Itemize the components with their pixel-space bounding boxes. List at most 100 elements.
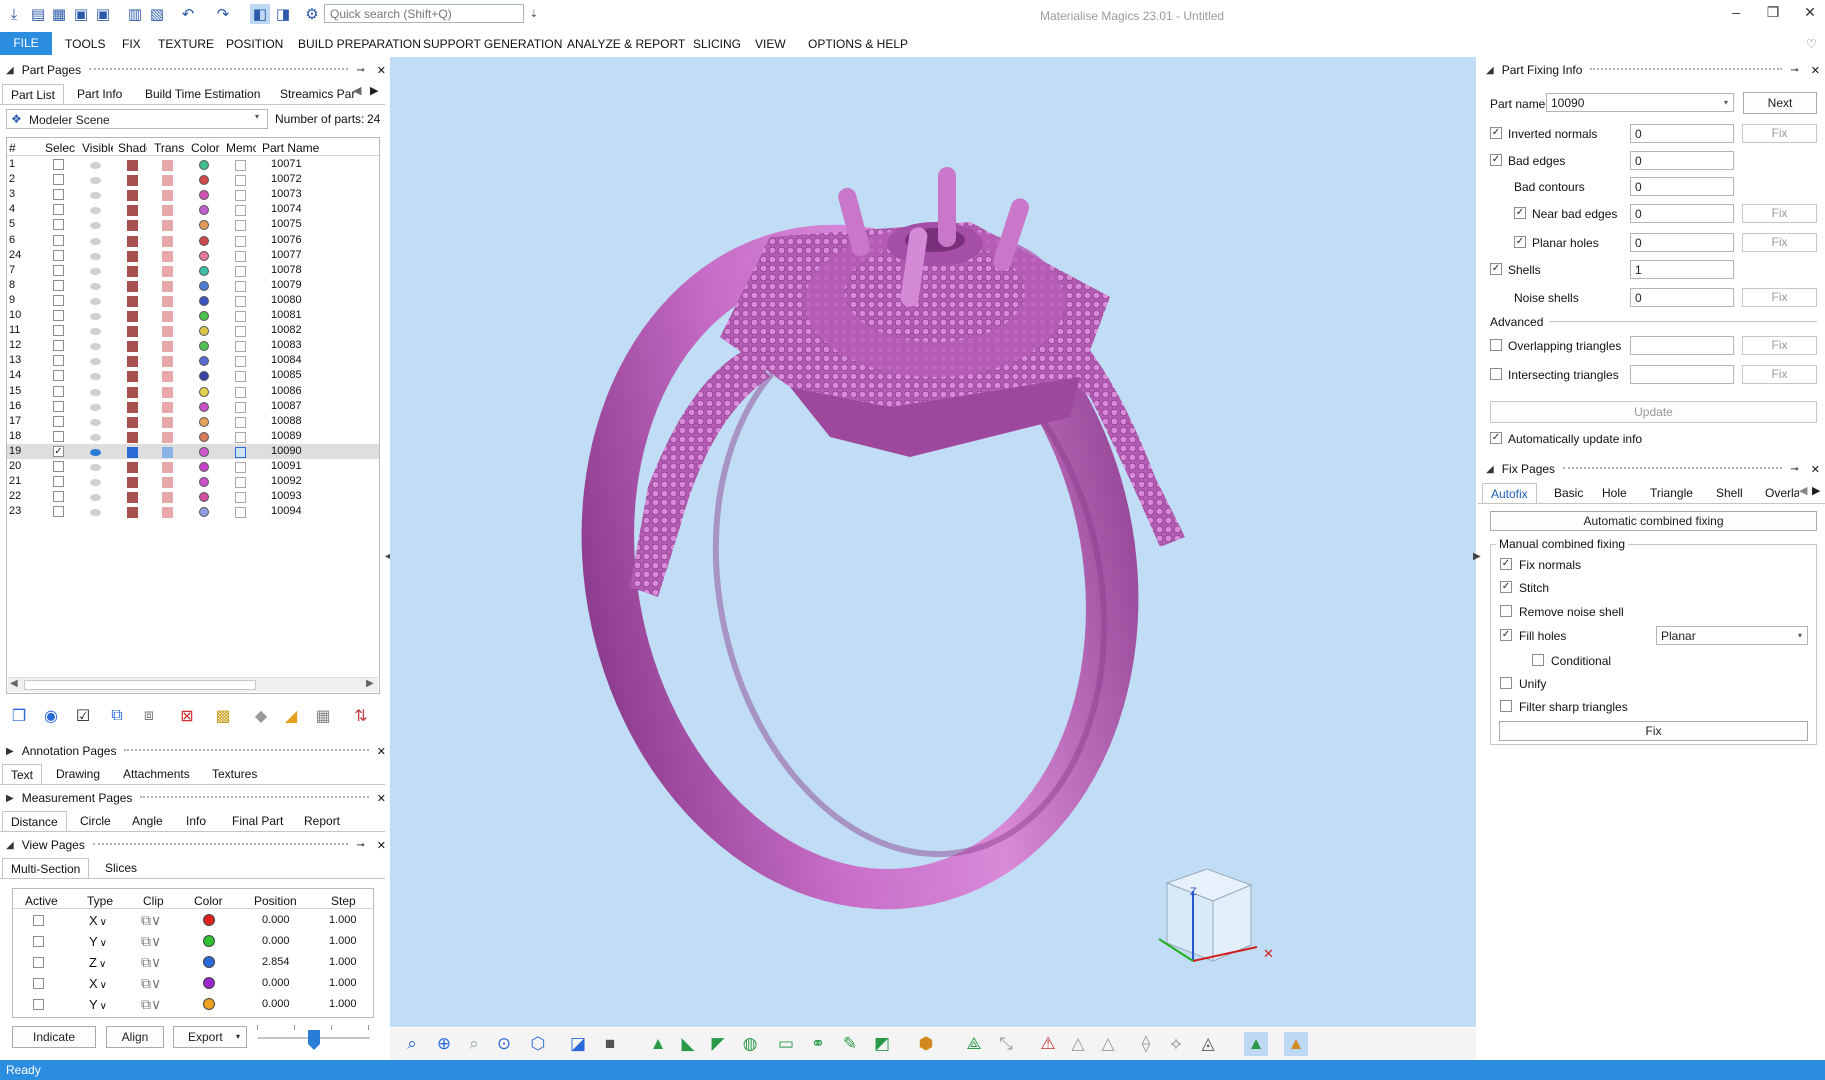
scroll-thumb[interactable]	[24, 680, 256, 690]
deselect-mode-icon[interactable]: ◨	[273, 4, 293, 24]
tab-part-list[interactable]: Part List	[2, 84, 65, 104]
undo-icon[interactable]: ↶	[178, 4, 198, 24]
scene-select[interactable]: ❖ Modeler Scene ▾	[6, 109, 268, 129]
checklist-icon[interactable]: ☑	[72, 705, 94, 727]
right-splitter-handle[interactable]: ▶	[1473, 551, 1481, 562]
col-color[interactable]: Color	[191, 141, 220, 155]
memo-icon[interactable]	[235, 250, 246, 262]
view-cube-icon[interactable]: ⬡	[526, 1032, 550, 1056]
transparency-cube-icon[interactable]	[162, 205, 173, 217]
part-color-swatch[interactable]	[199, 160, 209, 170]
tab-scroll-right-icon[interactable]: ▶	[1812, 484, 1820, 497]
section-type-select[interactable]: Y ∨	[89, 997, 107, 1012]
memo-icon[interactable]	[235, 462, 246, 473]
row-select-checkbox[interactable]	[53, 506, 64, 518]
clip-icon[interactable]: ⧉∨	[141, 975, 161, 992]
measurement-pages-header[interactable]: ▶ Measurement Pages ✕	[6, 788, 386, 808]
memo-icon[interactable]	[235, 401, 246, 413]
fix-item-checkbox[interactable]: ✓	[1514, 236, 1526, 248]
shaded-cube-icon[interactable]	[127, 280, 138, 292]
advanced-item-checkbox[interactable]	[1490, 339, 1502, 351]
tab-drawing[interactable]: Drawing	[48, 764, 108, 784]
fix-item-fix-button[interactable]: Fix	[1742, 288, 1817, 307]
memo-icon[interactable]	[235, 160, 246, 171]
memo-icon[interactable]	[235, 507, 246, 519]
memo-icon[interactable]	[235, 205, 246, 217]
advanced-item-fix-button[interactable]: Fix	[1742, 336, 1817, 355]
section-step-value[interactable]: 1.000	[329, 914, 357, 926]
shaded-cube-icon[interactable]	[127, 477, 138, 489]
transparency-cube-icon[interactable]	[162, 175, 173, 187]
visibility-eye-icon[interactable]	[90, 252, 101, 260]
row-select-checkbox[interactable]	[53, 491, 64, 503]
part-name-cell[interactable]: 10083	[271, 339, 302, 351]
section-color-swatch[interactable]	[203, 914, 215, 926]
part-name-cell[interactable]: 10092	[271, 475, 302, 487]
shaded-cube-icon[interactable]	[127, 507, 138, 519]
row-select-checkbox[interactable]	[53, 249, 64, 261]
part-name-select[interactable]: 10090 ▾	[1546, 93, 1734, 112]
section-position-value[interactable]: 0.000	[262, 935, 290, 947]
part-color-swatch[interactable]	[199, 265, 209, 276]
part-color-swatch[interactable]	[199, 280, 209, 291]
section-active-checkbox[interactable]	[33, 978, 44, 989]
section-color-swatch[interactable]	[203, 956, 215, 968]
expand-marking-icon[interactable]: △	[1066, 1032, 1090, 1056]
shaded-cube-icon[interactable]	[127, 356, 138, 368]
delete-part-icon[interactable]: ⊠	[176, 705, 198, 727]
cursor-tool-icon[interactable]: ◬	[1196, 1032, 1220, 1056]
part-name-cell[interactable]: 10094	[271, 505, 302, 517]
row-select-checkbox[interactable]	[53, 355, 64, 367]
menu-build-preparation[interactable]: BUILD PREPARATION	[298, 37, 421, 51]
tab-multi-section[interactable]: Multi-Section	[2, 858, 90, 878]
pin-icon[interactable]: ⊸	[356, 840, 364, 851]
row-select-checkbox[interactable]	[53, 219, 64, 231]
shaded-view-icon[interactable]: ◪	[566, 1032, 590, 1056]
shaded-cube-icon[interactable]	[127, 205, 138, 217]
section-type-select[interactable]: Z ∨	[89, 955, 106, 970]
memo-icon[interactable]	[235, 356, 246, 368]
section-color-swatch[interactable]	[203, 977, 215, 989]
transparency-cube-icon[interactable]	[162, 492, 173, 504]
col-memo[interactable]: Memo	[226, 141, 256, 155]
3d-viewport[interactable]: Z ✕	[390, 57, 1476, 1027]
menu-options-help[interactable]: OPTIONS & HELP	[808, 37, 908, 51]
fix-item-fix-button[interactable]: Fix	[1742, 204, 1817, 223]
close-panel-icon[interactable]: ✕	[1811, 463, 1820, 476]
section-step-value[interactable]: 1.000	[329, 977, 357, 989]
part-fixing-info-header[interactable]: ◢ Part Fixing Info ⊸ ✕	[1486, 60, 1820, 80]
row-select-checkbox[interactable]	[53, 370, 64, 382]
shaded-cube-icon[interactable]	[127, 416, 138, 428]
open-file-icon[interactable]: ▦	[49, 4, 69, 24]
part-name-cell[interactable]: 10086	[271, 385, 302, 397]
annotation-pages-header[interactable]: ▶ Annotation Pages ✕	[6, 741, 386, 761]
shaded-cube-icon[interactable]	[127, 220, 138, 232]
col-shaded[interactable]: Shaded	[118, 141, 147, 155]
mark-shell-icon[interactable]: ◍	[738, 1032, 762, 1056]
delete-marked-icon[interactable]: ⚠	[1036, 1032, 1060, 1056]
part-color-swatch[interactable]	[199, 295, 209, 306]
section-type-select[interactable]: Y ∨	[89, 934, 107, 949]
import-icon[interactable]: ▥	[125, 4, 145, 24]
advanced-item-fix-button[interactable]: Fix	[1742, 365, 1817, 384]
tab-distance[interactable]: Distance	[2, 811, 67, 831]
fix-option-checkbox[interactable]: ✓	[1500, 629, 1512, 641]
pin-icon[interactable]: ⊸	[356, 65, 364, 76]
shaded-cube-icon[interactable]	[127, 295, 138, 307]
tab-overlap[interactable]: Overla	[1757, 483, 1799, 503]
triangle-view-icon[interactable]: ▲	[1284, 1032, 1308, 1056]
menu-tools[interactable]: TOOLS	[65, 37, 105, 51]
sort-icon[interactable]: ⇅	[350, 705, 372, 727]
transparency-cube-icon[interactable]	[162, 431, 173, 443]
shaded-cube-icon[interactable]	[127, 326, 138, 338]
part-name-cell[interactable]: 10072	[271, 173, 302, 185]
tab-scroll-left-icon[interactable]: ◀	[353, 84, 361, 97]
part-name-cell[interactable]: 10085	[271, 369, 302, 381]
row-select-checkbox[interactable]: ✓	[53, 445, 64, 457]
menu-texture[interactable]: TEXTURE	[158, 37, 214, 51]
shaded-cube-icon[interactable]	[127, 311, 138, 322]
shaded-cube-icon[interactable]	[127, 250, 138, 262]
tab-autofix[interactable]: Autofix	[1482, 483, 1537, 503]
part-name-cell[interactable]: 10078	[271, 264, 302, 276]
transparency-cube-icon[interactable]	[162, 235, 173, 247]
